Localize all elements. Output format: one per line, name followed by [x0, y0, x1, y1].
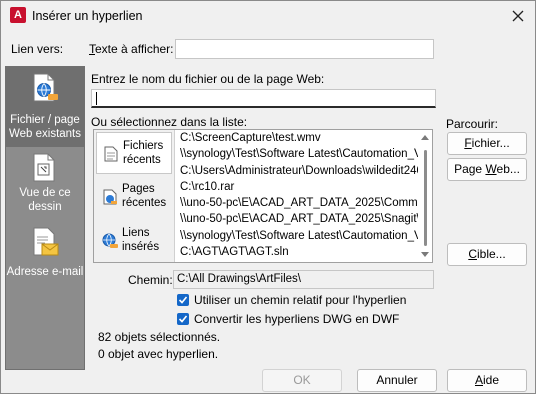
autocad-app-icon: A — [10, 7, 26, 23]
objects-with-link-status: 0 objet avec hyperlien. — [98, 347, 219, 361]
text-cursor — [96, 92, 97, 105]
window-title: Insérer un hyperlien — [32, 9, 143, 23]
recent-list-frame: Fichiers récents Pages récentes Liens in… — [93, 129, 433, 263]
relative-path-checkbox[interactable] — [177, 294, 189, 306]
insert-hyperlink-dialog: A Insérer un hyperlien Lien vers: Fichie… — [0, 0, 536, 394]
link-to-panel: Fichier / page Web existants Vue de ce d… — [5, 66, 85, 370]
recent-files-list[interactable]: C:\ScreenCapture\test.wmv \\synology\Tes… — [178, 130, 418, 262]
browse-web-label: Page Web... — [454, 162, 520, 176]
inserted-links-icon — [102, 233, 118, 248]
help-button[interactable]: Aide — [447, 369, 527, 392]
globe-file-icon — [33, 73, 58, 102]
relative-path-label[interactable]: Utiliser un chemin relatif pour l'hyperl… — [194, 293, 406, 307]
browse-file-button[interactable]: Fichier... — [447, 132, 527, 155]
checkmark-icon — [178, 315, 188, 323]
list-item[interactable]: C:\rc10.rar — [178, 179, 418, 195]
path-label: Chemin: — [128, 273, 173, 287]
link-to-email[interactable]: Adresse e-mail — [6, 227, 84, 287]
drawing-view-icon — [33, 153, 55, 182]
scroll-up-icon[interactable] — [421, 135, 429, 140]
link-to-existing-label: Fichier / page Web existants — [8, 114, 81, 140]
link-to-label: Lien vers: — [11, 42, 64, 56]
recent-files-button[interactable]: Fichiers récents — [96, 132, 172, 174]
recent-files-icon — [104, 146, 118, 162]
list-item[interactable]: C:\ScreenCapture\test.wmv — [178, 130, 418, 146]
recent-pages-icon — [103, 189, 117, 205]
link-to-existing-file-web[interactable]: Fichier / page Web existants — [6, 67, 84, 147]
list-item[interactable]: \\synology\Test\Software Latest\Cautomat… — [178, 228, 418, 244]
select-from-list-label: Ou sélectionnez dans la liste: — [91, 115, 248, 129]
list-item[interactable]: C:\Users\Administrateur\Downloads\wilded… — [178, 163, 418, 179]
list-item[interactable]: \\synology\Test\Software Latest\Cautomat… — [178, 146, 418, 162]
checkmark-icon — [178, 296, 188, 304]
objects-selected-status: 82 objets sélectionnés. — [98, 330, 221, 344]
list-item[interactable]: \\uno-50-pc\E\ACAD_ART_DATA_2025\Snagit\… — [178, 211, 418, 227]
browse-web-page-button[interactable]: Page Web... — [447, 158, 527, 181]
browse-file-label-rest: ichier... — [471, 136, 510, 150]
text-to-display-label: Texte à afficher: — [89, 42, 174, 56]
convert-dwg-label[interactable]: Convertir les hyperliens DWG en DWF — [194, 312, 399, 326]
filename-label: Entrez le nom du fichier ou de la page W… — [91, 72, 325, 86]
ok-button[interactable]: OK — [262, 369, 342, 392]
title-bar: A Insérer un hyperlien — [1, 1, 535, 31]
inserted-links-button[interactable]: Liens insérés — [96, 220, 172, 262]
list-source-buttons: Fichiers récents Pages récentes Liens in… — [94, 130, 175, 262]
convert-dwg-checkbox[interactable] — [177, 313, 189, 325]
scrollbar-thumb[interactable] — [424, 150, 427, 246]
close-icon — [512, 10, 524, 22]
text-to-display-field[interactable] — [175, 39, 434, 59]
path-field: C:\All Drawings\ArtFiles\ — [173, 270, 434, 289]
list-item[interactable]: C:\AGT\AGT\AGT.sln — [178, 244, 418, 260]
target-button[interactable]: Cible... — [447, 243, 527, 266]
list-item[interactable]: \\uno-50-pc\E\ACAD_ART_DATA_2025\Command — [178, 195, 418, 211]
recent-pages-button[interactable]: Pages récentes — [96, 176, 172, 218]
list-scrollbar[interactable] — [418, 130, 432, 262]
scroll-down-icon[interactable] — [421, 252, 429, 257]
target-label-rest: ible... — [476, 247, 506, 261]
link-to-email-label: Adresse e-mail — [6, 266, 84, 278]
email-icon — [33, 227, 59, 256]
browse-label: Parcourir: — [446, 117, 499, 131]
filename-field[interactable] — [91, 89, 436, 108]
help-label-rest: ide — [483, 373, 500, 387]
cancel-button[interactable]: Annuler — [357, 369, 437, 392]
close-button[interactable] — [507, 5, 529, 27]
link-to-view-label: Vue de ce dessin — [19, 187, 71, 213]
link-to-drawing-view[interactable]: Vue de ce dessin — [6, 149, 84, 225]
